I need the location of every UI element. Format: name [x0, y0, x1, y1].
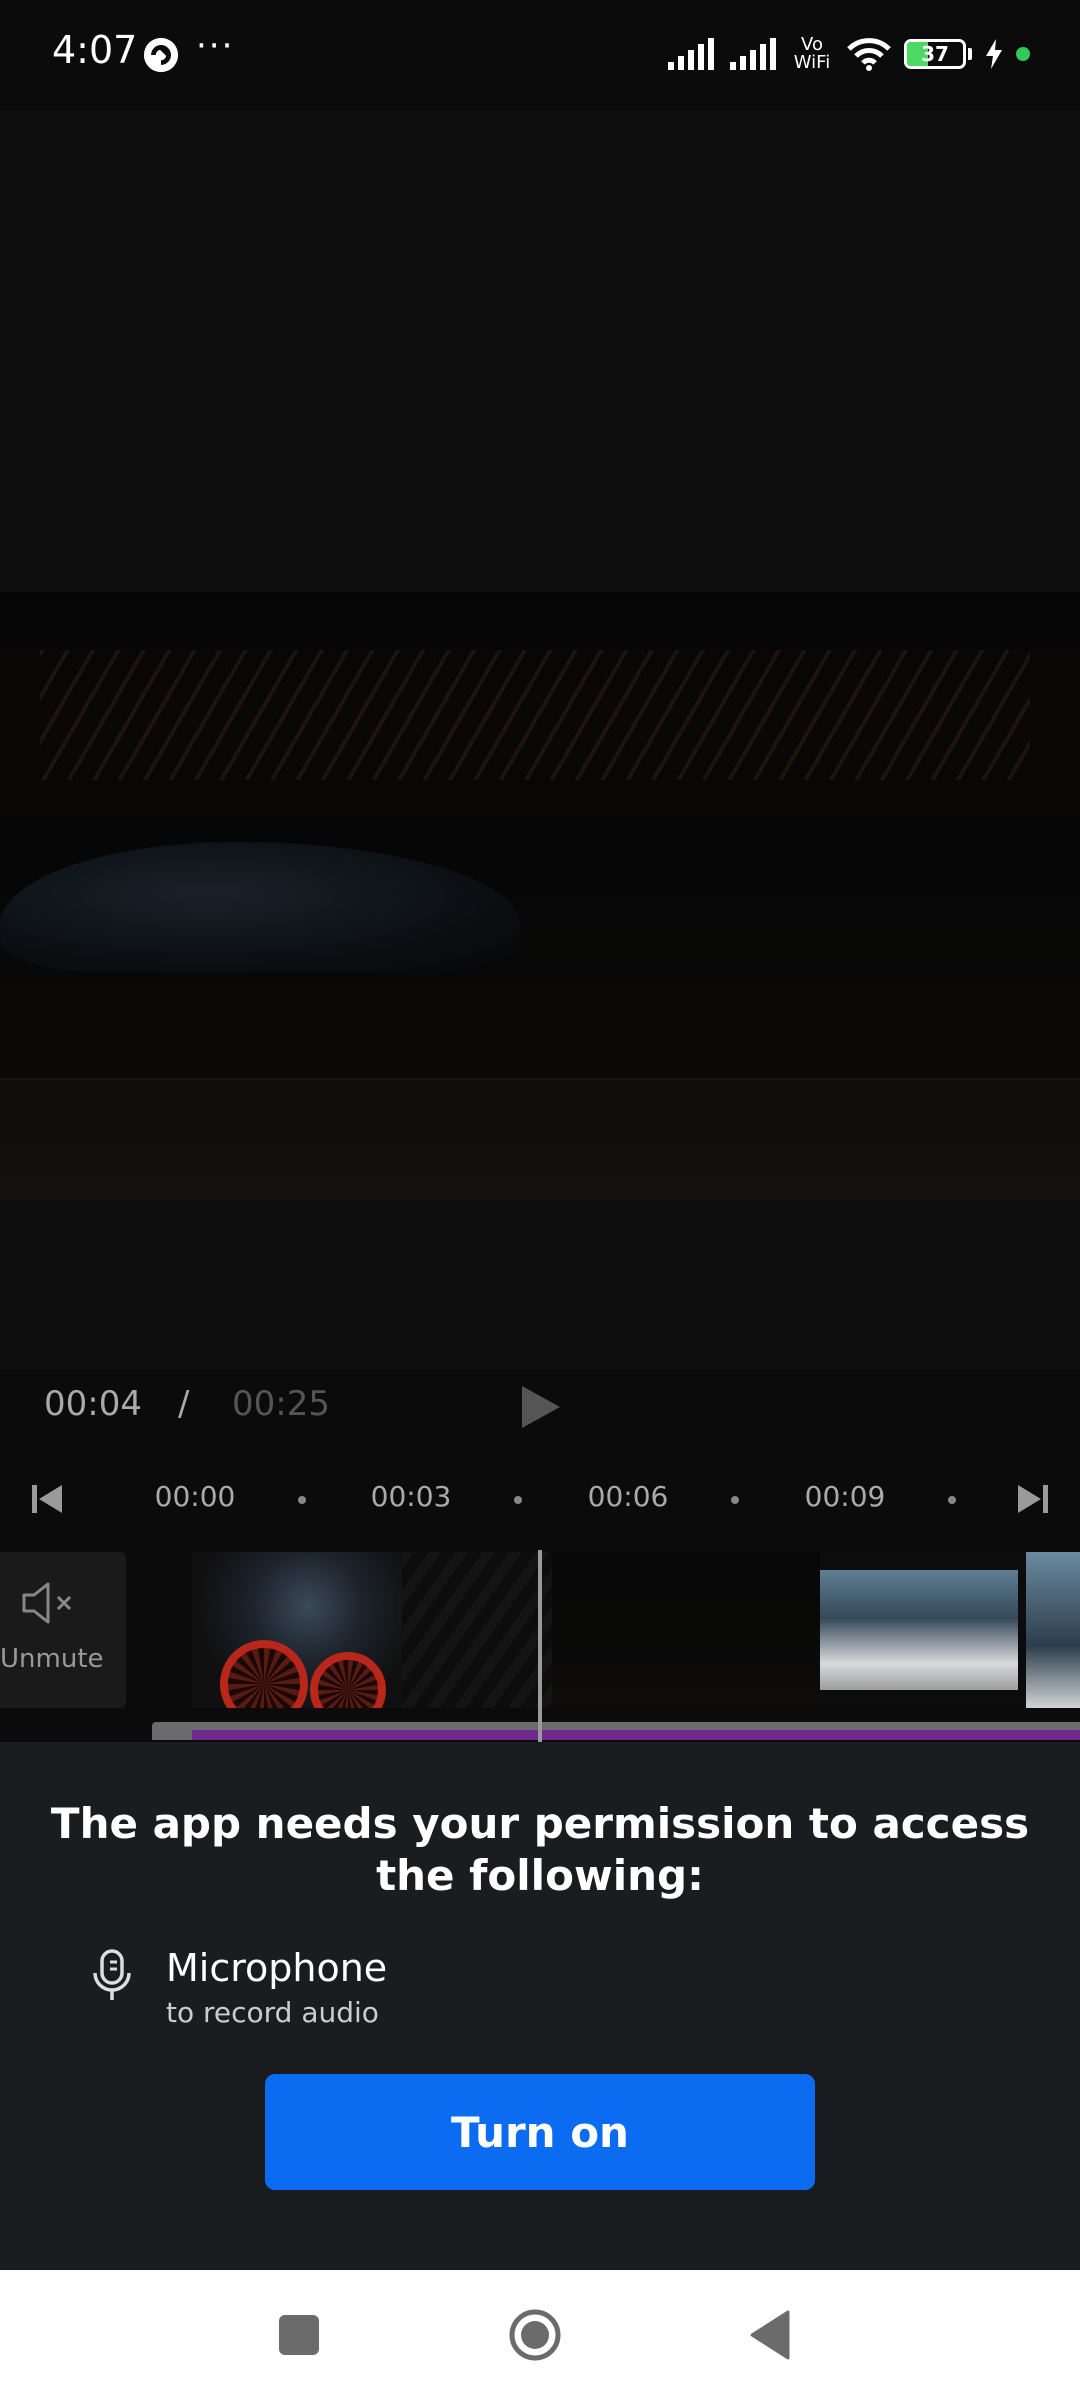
video-floor [0, 1078, 1080, 1200]
playhead[interactable] [538, 1550, 542, 1744]
battery-icon: 37 [904, 39, 966, 69]
thumbnail-wheel [310, 1652, 386, 1708]
video-editor-screen: 4:07 ··· Vo WiFi 37 00:04 / 00:25 00:00 … [0, 0, 1080, 2400]
ruler-label-0: 00:00 [154, 1480, 236, 1513]
ruler-dot [731, 1496, 739, 1504]
audio-track-fill [192, 1730, 1080, 1740]
timeline-ruler: 00:00 00:03 00:06 00:09 [0, 1470, 1080, 1526]
clip-thumbnail [402, 1552, 552, 1708]
permission-item-name: Microphone [166, 1946, 388, 1990]
ruler-label-2: 00:06 [587, 1480, 669, 1513]
speaker-muted-icon [22, 1582, 72, 1624]
ruler-label-3: 00:09 [804, 1480, 886, 1513]
vowifi-bottom: WiFi [793, 52, 831, 73]
video-car-silhouette [0, 842, 520, 972]
unmute-button[interactable]: Unmute [0, 1552, 126, 1708]
clip-thumbnail [1026, 1552, 1080, 1708]
skip-to-end-icon[interactable] [1016, 1482, 1050, 1516]
video-ceiling-stripes [40, 650, 1030, 780]
permission-title: The app needs your permission to access … [50, 1799, 1030, 1900]
clip-thumbnail [552, 1552, 820, 1708]
permission-sheet: The app needs your permission to access … [0, 1742, 1080, 2270]
ruler-dot [298, 1496, 306, 1504]
battery-cap [968, 48, 972, 60]
circle-icon[interactable] [508, 2308, 562, 2362]
triangle-back-icon[interactable] [748, 2310, 792, 2360]
clip-thumbnail [192, 1552, 402, 1708]
permission-item-description: to record audio [166, 1996, 379, 2029]
app-notification-icon [143, 37, 179, 73]
status-icons: Vo WiFi 37 [666, 30, 1030, 78]
current-time: 00:04 [44, 1384, 142, 1424]
clip-thumbnail [820, 1570, 1018, 1690]
privacy-indicator-dot [1016, 47, 1030, 61]
navigation-bar [0, 2270, 1080, 2400]
play-icon[interactable] [516, 1382, 564, 1432]
microphone-icon [93, 1949, 131, 2000]
more-notifications-icon: ··· [196, 26, 235, 66]
status-bar: 4:07 ··· Vo WiFi 37 [0, 0, 1080, 110]
time-separator: / [178, 1384, 190, 1424]
signal-icon-2 [730, 38, 776, 70]
ruler-label-1: 00:03 [370, 1480, 452, 1513]
battery-level: 37 [921, 42, 949, 66]
signal-icon [668, 38, 714, 70]
total-duration: 00:25 [232, 1384, 330, 1424]
status-time: 4:07 [52, 28, 138, 72]
skip-to-start-icon[interactable] [30, 1482, 64, 1516]
square-icon[interactable] [279, 2315, 319, 2355]
wifi-icon [847, 38, 891, 71]
lightning-icon [986, 39, 1002, 69]
turn-on-button[interactable]: Turn on [265, 2074, 815, 2190]
video-frame [0, 592, 1080, 1200]
video-clip-track[interactable] [192, 1552, 1080, 1708]
vowifi-icon: Vo WiFi [790, 36, 834, 72]
thumbnail-wheel [220, 1640, 308, 1708]
unmute-label: Unmute [0, 1644, 104, 1674]
video-preview[interactable] [0, 110, 1080, 1370]
ruler-dot [514, 1496, 522, 1504]
ruler-dot [948, 1496, 956, 1504]
